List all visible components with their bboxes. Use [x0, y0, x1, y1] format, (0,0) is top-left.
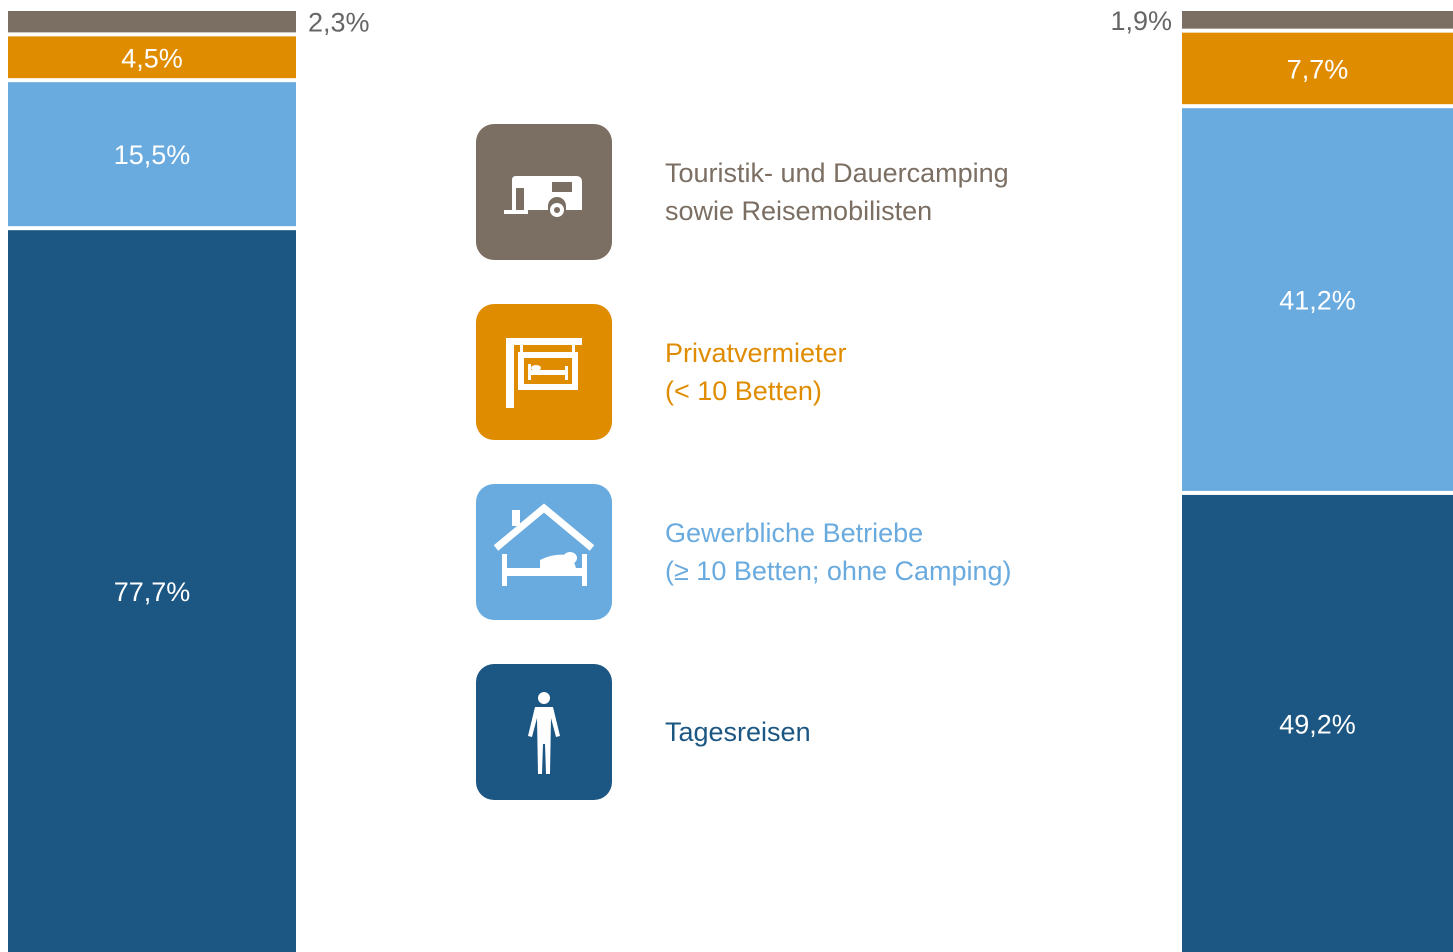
legend-label-line2: (≥ 10 Betten; ohne Camping) [665, 556, 1012, 586]
legend-text-camping: Touristik- und Dauercamping sowie Reisem… [665, 124, 1009, 260]
bar-segment [8, 11, 296, 33]
legend-label-line2: (< 10 Betten) [665, 376, 822, 406]
legend-tile-tagesreisen [476, 664, 612, 800]
legend-text-privatvermieter: Privatvermieter (< 10 Betten) [665, 304, 847, 440]
data-label: 77,7% [114, 577, 191, 607]
legend-label-line1: Touristik- und Dauercamping [665, 158, 1009, 188]
bar-segment [1182, 11, 1453, 29]
legend-tile-gewerbliche [476, 484, 612, 620]
data-label: 15,5% [114, 140, 191, 170]
data-label: 4,5% [121, 43, 183, 73]
hanging-sign-bed-icon [506, 338, 582, 408]
legend-text-tagesreisen: Tagesreisen [665, 664, 811, 800]
legend-label-line1: Tagesreisen [665, 717, 811, 747]
legend-item-gewerbliche: Gewerbliche Betriebe (≥ 10 Betten; ohne … [476, 484, 1176, 620]
legend-tile-camping [476, 124, 612, 260]
legend-text-gewerbliche: Gewerbliche Betriebe (≥ 10 Betten; ohne … [665, 484, 1012, 620]
legend-item-privatvermieter: Privatvermieter (< 10 Betten) [476, 304, 1176, 440]
legend-label-line2: sowie Reisemobilisten [665, 196, 933, 226]
data-label: 41,2% [1279, 286, 1356, 316]
caravan-icon [504, 176, 582, 217]
house-bed-icon [493, 503, 595, 586]
data-label: 2,3% [308, 8, 370, 38]
data-label: 49,2% [1279, 709, 1356, 739]
data-label: 7,7% [1287, 54, 1349, 84]
legend-item-camping: Touristik- und Dauercamping sowie Reisem… [476, 124, 1176, 260]
legend-label-line1: Gewerbliche Betriebe [665, 518, 924, 548]
person-icon [528, 692, 560, 774]
legend-item-tagesreisen: Tagesreisen [476, 664, 1176, 800]
legend-tile-privatvermieter [476, 304, 612, 440]
legend-label-line1: Privatvermieter [665, 338, 847, 368]
legend: Touristik- und Dauercamping sowie Reisem… [476, 0, 1176, 952]
